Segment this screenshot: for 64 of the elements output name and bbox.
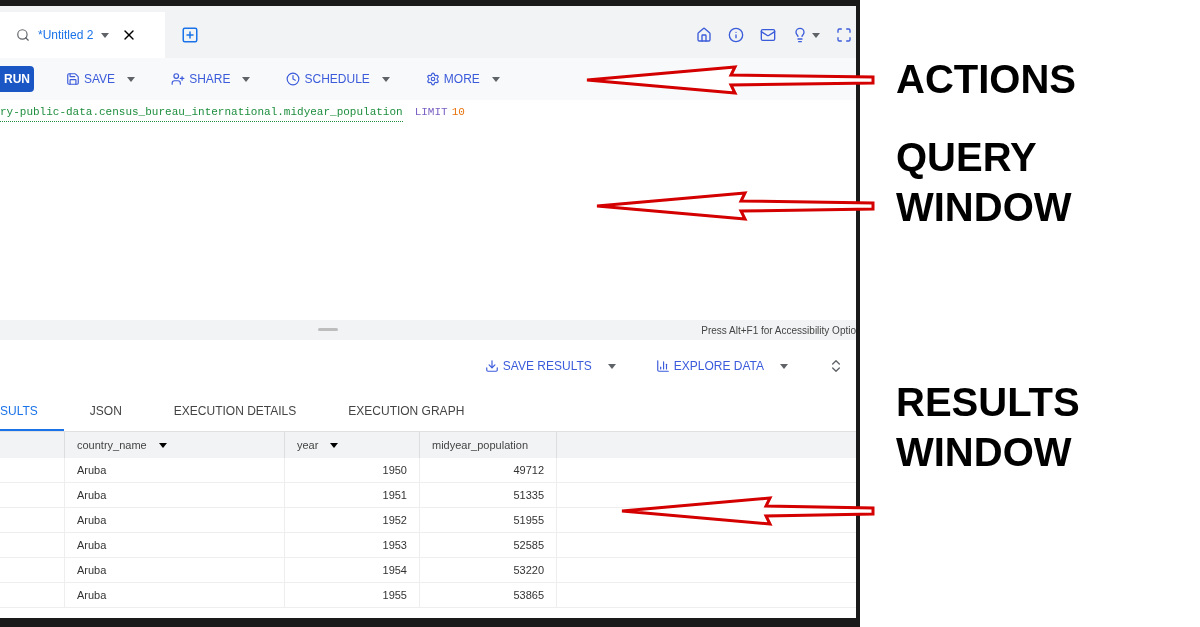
table-cell-text: Aruba: [77, 487, 107, 503]
annotation-label: RESULTS: [896, 379, 1081, 426]
bar-chart-icon: [655, 359, 670, 373]
column-header[interactable]: year: [285, 432, 420, 458]
toolbar-button[interactable]: MORE: [421, 70, 504, 88]
caret-icon: [607, 363, 616, 369]
accessibility-hint: Press Alt+F1 for Accessibility Optio: [701, 323, 856, 338]
results-tab[interactable]: EXECUTION GRAPH: [322, 392, 491, 431]
query-number: 10: [451, 105, 465, 120]
table-cell-text: 1953: [382, 537, 407, 553]
table-cell-text: Aruba: [77, 512, 107, 528]
table-cell-text: Aruba: [77, 587, 107, 603]
results-action-button[interactable]: EXPLORE DATA: [655, 357, 788, 375]
caret-icon: [127, 76, 136, 82]
fullscreen-icon[interactable]: [836, 27, 852, 43]
query-table-name: ry-public-data.census_bureau_international.midyear_population: [0, 104, 403, 122]
info-icon[interactable]: [728, 27, 744, 43]
table-cell-text: 1955: [382, 587, 407, 603]
drag-handle[interactable]: [318, 328, 338, 331]
table-cell-text: Aruba: [77, 537, 107, 553]
results-action-button[interactable]: SAVE RESULTS: [484, 357, 616, 375]
gear-icon: [425, 72, 440, 86]
run-button[interactable]: RUN: [0, 66, 34, 92]
add-tab-icon[interactable]: [181, 26, 199, 44]
table-cell-text: Aruba: [77, 462, 107, 478]
lightbulb-icon[interactable]: [792, 27, 808, 43]
caret-icon: [158, 442, 167, 448]
caret-icon: [780, 363, 788, 369]
search-icon: [16, 28, 30, 42]
table-cell-text: 1950: [382, 462, 407, 478]
table-cell-text: 51335: [513, 487, 544, 503]
toolbar-button[interactable]: SHARE: [167, 70, 255, 88]
caret-icon: [330, 442, 339, 448]
clock-icon: [286, 72, 301, 86]
table-cell-text: 1951: [382, 487, 407, 503]
table-cell-text: 51955: [513, 512, 544, 528]
results-tab[interactable]: JSON: [63, 392, 148, 431]
query-keyword: LIMIT: [414, 105, 448, 120]
results-tab[interactable]: EXECUTION DETAILS: [147, 392, 323, 431]
download-icon: [484, 359, 499, 373]
home-icon[interactable]: [696, 27, 712, 43]
caret-icon: [812, 32, 820, 38]
table-cell-text: 1954: [382, 562, 407, 578]
tab-title[interactable]: *Untitled 2: [38, 26, 94, 44]
caret-icon: [242, 76, 251, 82]
toolbar-button[interactable]: SAVE: [62, 70, 140, 88]
annotation-label: ACTIONS: [896, 56, 1077, 103]
table-cell-text: 1952: [382, 512, 407, 528]
annotation-label: QUERY: [896, 134, 1038, 181]
caret-icon: [381, 76, 390, 82]
table-cell-text: 53220: [513, 562, 544, 578]
table-cell-text: Aruba: [77, 562, 107, 578]
save-icon: [66, 72, 80, 86]
annotation-label: WINDOW: [896, 429, 1073, 476]
table-cell-text: 49712: [513, 462, 544, 478]
column-header[interactable]: midyear_population: [420, 432, 557, 458]
toolbar-button[interactable]: SCHEDULE: [282, 70, 394, 88]
caret-icon: [101, 32, 110, 38]
table-cell-text: 52585: [513, 537, 544, 553]
annotation-label: WINDOW: [896, 184, 1073, 231]
caret-icon: [491, 76, 500, 82]
person-add-icon: [171, 72, 186, 86]
column-header[interactable]: country_name: [65, 432, 285, 458]
table-cell-text: 53865: [513, 587, 544, 603]
